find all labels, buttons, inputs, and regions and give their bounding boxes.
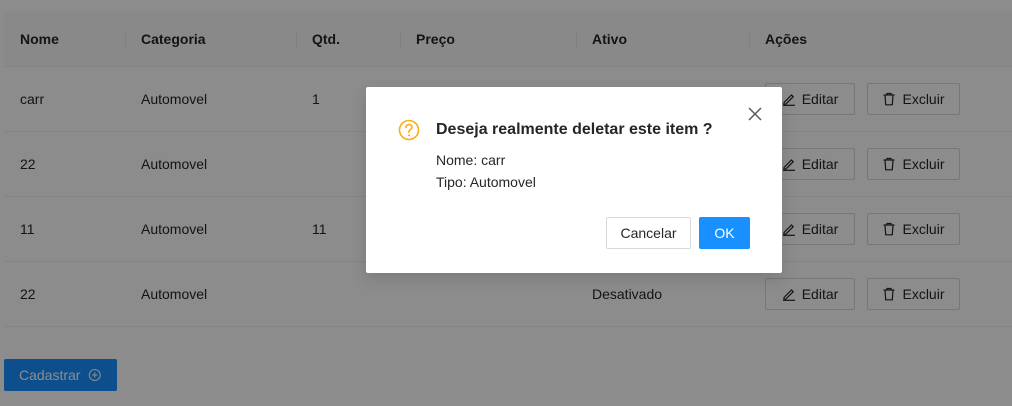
dialog-item-type: Tipo: Automovel xyxy=(436,174,536,190)
question-circle-icon xyxy=(398,119,420,141)
cancel-button[interactable]: Cancelar xyxy=(606,217,691,249)
close-icon[interactable] xyxy=(746,105,764,123)
ok-button[interactable]: OK xyxy=(699,217,750,249)
dialog-item-name: Nome: carr xyxy=(436,152,506,168)
dialog-title: Deseja realmente deletar este item ? xyxy=(436,121,713,138)
confirm-delete-dialog: Deseja realmente deletar este item ? Nom… xyxy=(366,87,782,273)
